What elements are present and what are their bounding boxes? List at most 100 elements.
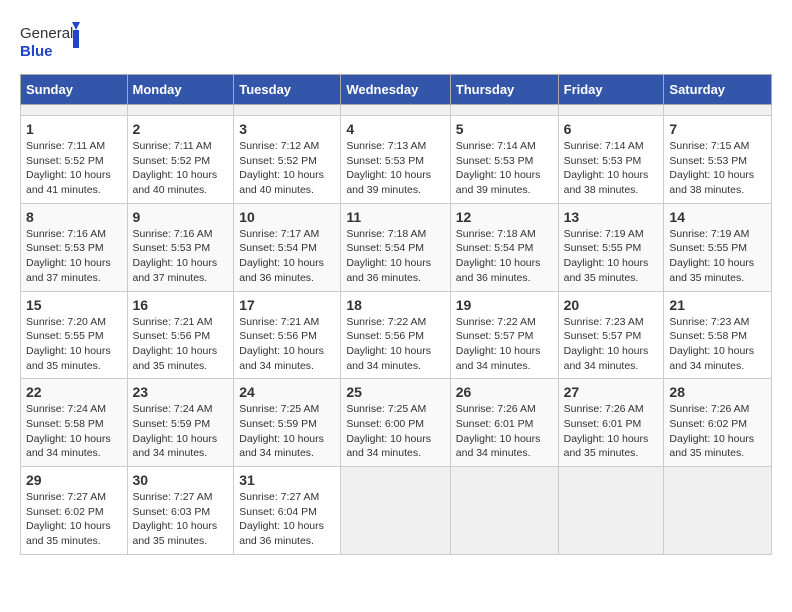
calendar-day-cell: 16Sunrise: 7:21 AM Sunset: 5:56 PM Dayli… [127,291,234,379]
day-number: 22 [26,384,122,400]
calendar-body: 1 Sunrise: 7:11 AM Sunset: 5:52 PM Daylig… [21,105,772,555]
calendar-day-cell [21,105,128,116]
day-number: 5 [456,121,553,137]
day-info: Sunrise: 7:27 AM Sunset: 6:02 PM Dayligh… [26,490,122,549]
day-info: Sunrise: 7:27 AM Sunset: 6:04 PM Dayligh… [239,490,335,549]
calendar-day-cell: 25Sunrise: 7:25 AM Sunset: 6:00 PM Dayli… [341,379,450,467]
day-number: 8 [26,209,122,225]
calendar-day-cell: 27 Sunrise: 7:26 AM Sunset: 6:01 PM Dayli… [558,379,664,467]
day-number: 15 [26,297,122,313]
calendar-day-header: Monday [127,75,234,105]
calendar-day-cell: 8Sunrise: 7:16 AM Sunset: 5:53 PM Daylig… [21,203,128,291]
calendar-day-cell: 15Sunrise: 7:20 AM Sunset: 5:55 PM Dayli… [21,291,128,379]
day-number: 28 [669,384,766,400]
day-info: Sunrise: 7:22 AM Sunset: 5:57 PM Dayligh… [456,315,553,374]
day-info: Sunrise: 7:24 AM Sunset: 5:58 PM Dayligh… [26,402,122,461]
logo-svg: GeneralBlue [20,20,80,64]
day-number: 27 [564,384,659,400]
calendar-day-cell [558,105,664,116]
day-number: 6 [564,121,659,137]
day-number: 21 [669,297,766,313]
day-number: 7 [669,121,766,137]
day-info: Sunrise: 7:17 AM Sunset: 5:54 PM Dayligh… [239,227,335,286]
day-info: Sunrise: 7:24 AM Sunset: 5:59 PM Dayligh… [133,402,229,461]
calendar-day-cell: 20Sunrise: 7:23 AM Sunset: 5:57 PM Dayli… [558,291,664,379]
calendar-day-cell: 7 Sunrise: 7:15 AM Sunset: 5:53 PM Daylig… [664,116,772,204]
calendar-week-row [21,105,772,116]
day-info: Sunrise: 7:23 AM Sunset: 5:58 PM Dayligh… [669,315,766,374]
calendar-day-cell [664,105,772,116]
day-number: 25 [346,384,444,400]
calendar-table: SundayMondayTuesdayWednesdayThursdayFrid… [20,74,772,555]
day-number: 11 [346,209,444,225]
day-number: 14 [669,209,766,225]
day-info: Sunrise: 7:25 AM Sunset: 5:59 PM Dayligh… [239,402,335,461]
calendar-day-cell: 1Sunrise: 7:11 AM Sunset: 5:52 PM Daylig… [21,116,128,204]
day-info: Sunrise: 7:26 AM Sunset: 6:01 PM Dayligh… [564,402,659,461]
day-number: 4 [346,121,444,137]
day-number: 13 [564,209,659,225]
day-info: Sunrise: 7:14 AM Sunset: 5:53 PM Dayligh… [456,139,553,198]
day-info: Sunrise: 7:26 AM Sunset: 6:01 PM Dayligh… [456,402,553,461]
svg-text:Blue: Blue [20,43,53,60]
calendar-day-header: Tuesday [234,75,341,105]
calendar-day-cell: 30Sunrise: 7:27 AM Sunset: 6:03 PM Dayli… [127,467,234,555]
day-info: Sunrise: 7:13 AM Sunset: 5:53 PM Dayligh… [346,139,444,198]
day-number: 12 [456,209,553,225]
day-info: Sunrise: 7:11 AM Sunset: 5:52 PM Dayligh… [133,139,229,198]
calendar-day-cell: 5 Sunrise: 7:14 AM Sunset: 5:53 PM Daylig… [450,116,558,204]
calendar-week-row: 29Sunrise: 7:27 AM Sunset: 6:02 PM Dayli… [21,467,772,555]
day-number: 10 [239,209,335,225]
calendar-day-cell: 14Sunrise: 7:19 AM Sunset: 5:55 PM Dayli… [664,203,772,291]
day-number: 1 [26,121,122,137]
day-number: 2 [133,121,229,137]
calendar-day-cell: 9 Sunrise: 7:16 AM Sunset: 5:53 PM Daylig… [127,203,234,291]
day-number: 24 [239,384,335,400]
calendar-day-cell: 22 Sunrise: 7:24 AM Sunset: 5:58 PM Dayli… [21,379,128,467]
calendar-day-cell [341,467,450,555]
calendar-day-cell: 13Sunrise: 7:19 AM Sunset: 5:55 PM Dayli… [558,203,664,291]
header: GeneralBlue [20,20,772,64]
day-info: Sunrise: 7:15 AM Sunset: 5:53 PM Dayligh… [669,139,766,198]
day-number: 16 [133,297,229,313]
calendar-day-header: Sunday [21,75,128,105]
day-info: Sunrise: 7:21 AM Sunset: 5:56 PM Dayligh… [239,315,335,374]
calendar-day-cell: 4 Sunrise: 7:13 AM Sunset: 5:53 PM Daylig… [341,116,450,204]
calendar-week-row: 22 Sunrise: 7:24 AM Sunset: 5:58 PM Dayli… [21,379,772,467]
calendar-day-cell: 17 Sunrise: 7:21 AM Sunset: 5:56 PM Dayli… [234,291,341,379]
day-number: 23 [133,384,229,400]
calendar-day-cell: 29Sunrise: 7:27 AM Sunset: 6:02 PM Dayli… [21,467,128,555]
day-number: 17 [239,297,335,313]
day-info: Sunrise: 7:16 AM Sunset: 5:53 PM Dayligh… [133,227,229,286]
calendar-day-cell: 21 Sunrise: 7:23 AM Sunset: 5:58 PM Dayli… [664,291,772,379]
calendar-day-cell [127,105,234,116]
day-info: Sunrise: 7:27 AM Sunset: 6:03 PM Dayligh… [133,490,229,549]
day-info: Sunrise: 7:26 AM Sunset: 6:02 PM Dayligh… [669,402,766,461]
svg-text:General: General [20,25,73,42]
day-number: 18 [346,297,444,313]
calendar-day-cell [450,467,558,555]
calendar-day-cell [664,467,772,555]
day-number: 9 [133,209,229,225]
calendar-day-cell: 28 Sunrise: 7:26 AM Sunset: 6:02 PM Dayli… [664,379,772,467]
calendar-day-cell: 24 Sunrise: 7:25 AM Sunset: 5:59 PM Dayli… [234,379,341,467]
logo: GeneralBlue [20,20,80,64]
calendar-day-cell: 19 Sunrise: 7:22 AM Sunset: 5:57 PM Dayli… [450,291,558,379]
calendar-day-cell [558,467,664,555]
calendar-header-row: SundayMondayTuesdayWednesdayThursdayFrid… [21,75,772,105]
calendar-day-cell: 18Sunrise: 7:22 AM Sunset: 5:56 PM Dayli… [341,291,450,379]
day-number: 3 [239,121,335,137]
calendar-day-header: Thursday [450,75,558,105]
calendar-day-cell [450,105,558,116]
calendar-day-cell: 2 Sunrise: 7:11 AM Sunset: 5:52 PM Daylig… [127,116,234,204]
day-info: Sunrise: 7:14 AM Sunset: 5:53 PM Dayligh… [564,139,659,198]
calendar-week-row: 8 Sunrise: 7:16 AM Sunset: 5:53 PM Daylig… [21,203,772,291]
day-number: 20 [564,297,659,313]
calendar-day-cell: 12Sunrise: 7:18 AM Sunset: 5:54 PM Dayli… [450,203,558,291]
day-number: 31 [239,472,335,488]
day-info: Sunrise: 7:18 AM Sunset: 5:54 PM Dayligh… [346,227,444,286]
calendar-week-row: 15Sunrise: 7:20 AM Sunset: 5:55 PM Dayli… [21,291,772,379]
day-number: 19 [456,297,553,313]
calendar-day-header: Wednesday [341,75,450,105]
calendar-day-cell: 31 Sunrise: 7:27 AM Sunset: 6:04 PM Dayli… [234,467,341,555]
